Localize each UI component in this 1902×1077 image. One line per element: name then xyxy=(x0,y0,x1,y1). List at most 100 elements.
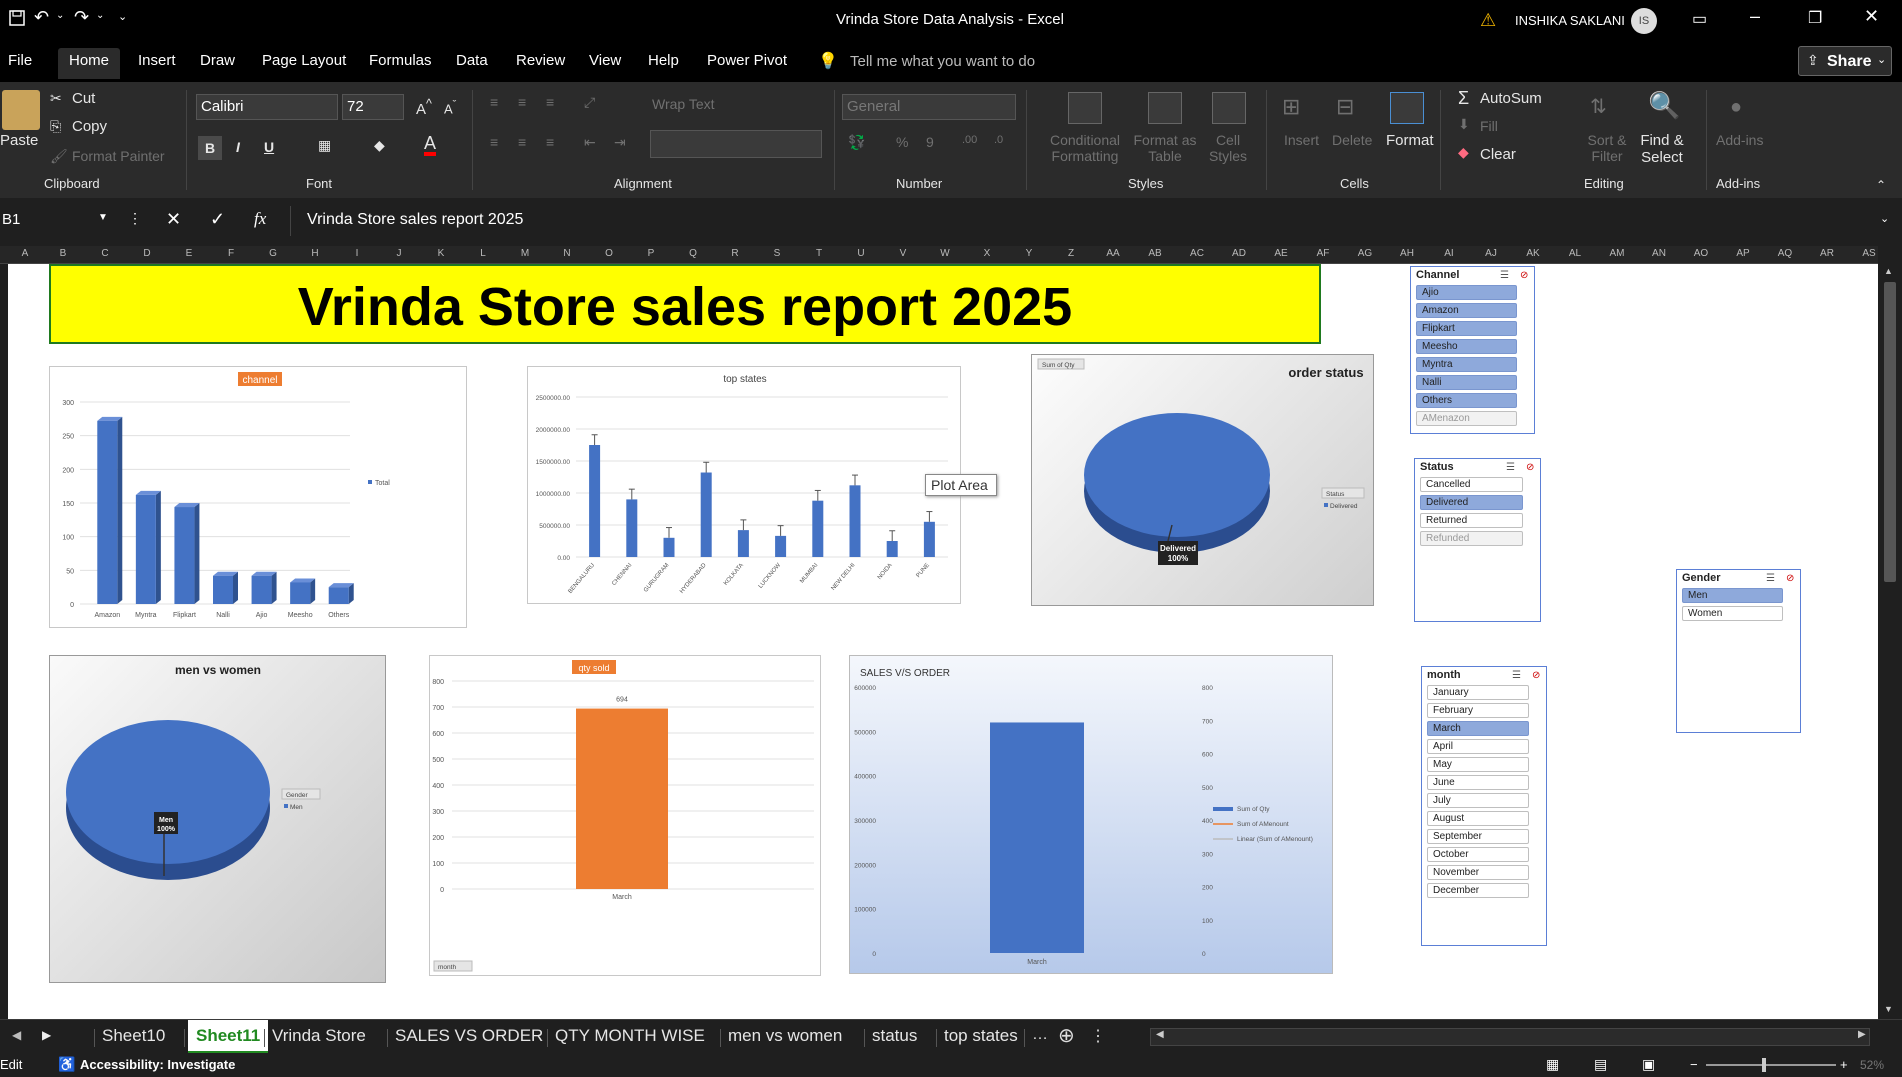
column-header[interactable]: Y xyxy=(1008,248,1050,259)
sheet-tab[interactable]: status xyxy=(868,1026,921,1046)
slicer-item[interactable]: April xyxy=(1427,739,1529,754)
slicer-item[interactable]: Amazon xyxy=(1416,303,1517,318)
column-header[interactable]: W xyxy=(924,248,966,259)
normal-view-icon[interactable]: ▦ xyxy=(1546,1056,1559,1073)
column-header[interactable]: AB xyxy=(1134,248,1176,259)
slicer-item[interactable]: Ajio xyxy=(1416,285,1517,300)
zoom-slider-thumb[interactable] xyxy=(1762,1058,1766,1072)
undo-dropdown-icon[interactable]: ⌄ xyxy=(56,10,64,21)
slicer-item[interactable]: January xyxy=(1427,685,1529,700)
column-header[interactable]: D xyxy=(126,248,168,259)
undo-icon[interactable]: ↶ xyxy=(34,7,49,28)
slicer-item[interactable]: Flipkart xyxy=(1416,321,1517,336)
minimize-icon[interactable]: – xyxy=(1750,6,1760,27)
month-slicer[interactable]: month ☰ ⊘ January February March April May June J… xyxy=(1421,666,1547,946)
cell-styles-icon[interactable] xyxy=(1212,92,1246,124)
fill-color-icon[interactable]: ◆ xyxy=(374,137,385,154)
find-select-button[interactable]: Find & Select xyxy=(1632,132,1692,166)
cut-button[interactable]: Cut xyxy=(72,90,95,107)
slicer-item[interactable]: March xyxy=(1427,721,1529,736)
scroll-tabs-left-icon[interactable]: ◀ xyxy=(12,1028,21,1042)
accessibility-status[interactable]: Accessibility: Investigate xyxy=(80,1057,235,1072)
insert-cells-icon[interactable]: ⊞ xyxy=(1282,94,1300,120)
column-header[interactable]: K xyxy=(420,248,462,259)
column-header[interactable]: AO xyxy=(1680,248,1722,259)
increase-font-icon[interactable]: A^ xyxy=(416,97,432,118)
clear-button[interactable]: Clear xyxy=(1480,146,1516,163)
align-center-icon[interactable]: ≡ xyxy=(518,134,526,150)
warning-icon[interactable]: ⚠ xyxy=(1480,10,1496,31)
zoom-out-icon[interactable]: − xyxy=(1690,1057,1698,1072)
slicer-item[interactable]: Women xyxy=(1682,606,1783,621)
worksheet[interactable]: Vrinda Store sales report 2025 channel 0 5… xyxy=(8,264,1878,1019)
increase-decimal-icon[interactable]: .00 xyxy=(962,134,977,146)
menu-draw[interactable]: Draw xyxy=(200,52,235,69)
column-header[interactable]: AQ xyxy=(1764,248,1806,259)
column-header[interactable]: AA xyxy=(1092,248,1134,259)
column-header[interactable]: S xyxy=(756,248,798,259)
cell-styles-button[interactable]: Cell Styles xyxy=(1202,132,1254,164)
slicer-item[interactable]: September xyxy=(1427,829,1529,844)
wrap-text-button[interactable]: Wrap Text xyxy=(652,96,715,112)
zoom-in-icon[interactable]: + xyxy=(1840,1057,1848,1072)
slicer-item[interactable]: October xyxy=(1427,847,1529,862)
multi-select-icon[interactable]: ☰ xyxy=(1512,670,1521,681)
save-icon[interactable] xyxy=(8,9,26,32)
collapse-ribbon-icon[interactable]: ⌃ xyxy=(1876,178,1886,192)
slicer-item[interactable]: Men xyxy=(1682,588,1783,603)
top-align-icon[interactable]: ≡ xyxy=(490,94,498,110)
column-header[interactable]: AE xyxy=(1260,248,1302,259)
column-header[interactable]: AD xyxy=(1218,248,1260,259)
delete-cells-icon[interactable]: ⊟ xyxy=(1336,94,1354,120)
merge-center-select[interactable] xyxy=(650,130,822,158)
sort-filter-icon[interactable]: ⇅ xyxy=(1590,94,1607,119)
column-header[interactable]: AK xyxy=(1512,248,1554,259)
accessibility-icon[interactable]: ♿ xyxy=(58,1056,75,1073)
borders-icon[interactable]: ▦ xyxy=(318,137,331,154)
page-layout-view-icon[interactable]: ▤ xyxy=(1594,1056,1607,1073)
column-header[interactable]: Z xyxy=(1050,248,1092,259)
column-header[interactable]: G xyxy=(252,248,294,259)
orientation-icon[interactable]: ⤢ xyxy=(584,94,595,111)
zoom-slider[interactable] xyxy=(1706,1064,1836,1066)
column-header[interactable]: AJ xyxy=(1470,248,1512,259)
zoom-level[interactable]: 52% xyxy=(1860,1058,1884,1072)
column-header[interactable]: AF xyxy=(1302,248,1344,259)
font-size-select[interactable]: 72 xyxy=(342,94,404,120)
column-header[interactable]: H xyxy=(294,248,336,259)
column-header[interactable]: AL xyxy=(1554,248,1596,259)
conditional-formatting-button[interactable]: Conditional Formatting xyxy=(1042,132,1128,164)
slicer-item[interactable]: July xyxy=(1427,793,1529,808)
copy-button[interactable]: Copy xyxy=(72,118,107,135)
slicer-item[interactable]: Delivered xyxy=(1420,495,1523,510)
qty-sold-chart[interactable]: qty sold 0 100 200 300 400 500 600 700 800 694 Marc… xyxy=(429,655,821,976)
column-header[interactable]: R xyxy=(714,248,756,259)
column-header[interactable]: AR xyxy=(1806,248,1848,259)
bottom-align-icon[interactable]: ≡ xyxy=(546,94,554,110)
cut-icon[interactable]: ✂ xyxy=(50,90,62,107)
increase-indent-icon[interactable]: ⇥ xyxy=(614,134,626,151)
insert-function-icon[interactable]: fx xyxy=(254,209,266,229)
column-header[interactable]: T xyxy=(798,248,840,259)
column-header[interactable]: B xyxy=(42,248,84,259)
format-as-table-button[interactable]: Format as Table xyxy=(1130,132,1200,164)
multi-select-icon[interactable]: ☰ xyxy=(1766,573,1775,584)
banner[interactable]: Vrinda Store sales report 2025 xyxy=(49,264,1321,344)
menu-power-pivot[interactable]: Power Pivot xyxy=(707,52,787,69)
menu-review[interactable]: Review xyxy=(516,52,565,69)
autosum-icon[interactable]: Σ xyxy=(1458,88,1469,109)
format-painter-button[interactable]: Format Painter xyxy=(72,148,165,164)
scroll-left-icon[interactable]: ◀ xyxy=(1156,1029,1164,1040)
sort-filter-button[interactable]: Sort & Filter xyxy=(1580,132,1634,164)
multi-select-icon[interactable]: ☰ xyxy=(1500,270,1509,281)
slicer-item[interactable]: AMenazon xyxy=(1416,411,1517,426)
format-as-table-icon[interactable] xyxy=(1148,92,1182,124)
enter-icon[interactable]: ✓ xyxy=(210,209,225,230)
avatar[interactable]: IS xyxy=(1631,8,1657,34)
column-header[interactable]: AM xyxy=(1596,248,1638,259)
fill-button[interactable]: Fill xyxy=(1480,118,1498,134)
vertical-scrollbar[interactable]: ▲ ▼ xyxy=(1878,246,1902,1019)
channel-slicer[interactable]: Channel ☰ ⊘ Ajio Amazon Flipkart Meesho Myntra N… xyxy=(1410,266,1535,434)
slicer-item[interactable]: Myntra xyxy=(1416,357,1517,372)
share-button[interactable]: ⇪ Share ⌄ xyxy=(1798,46,1892,76)
